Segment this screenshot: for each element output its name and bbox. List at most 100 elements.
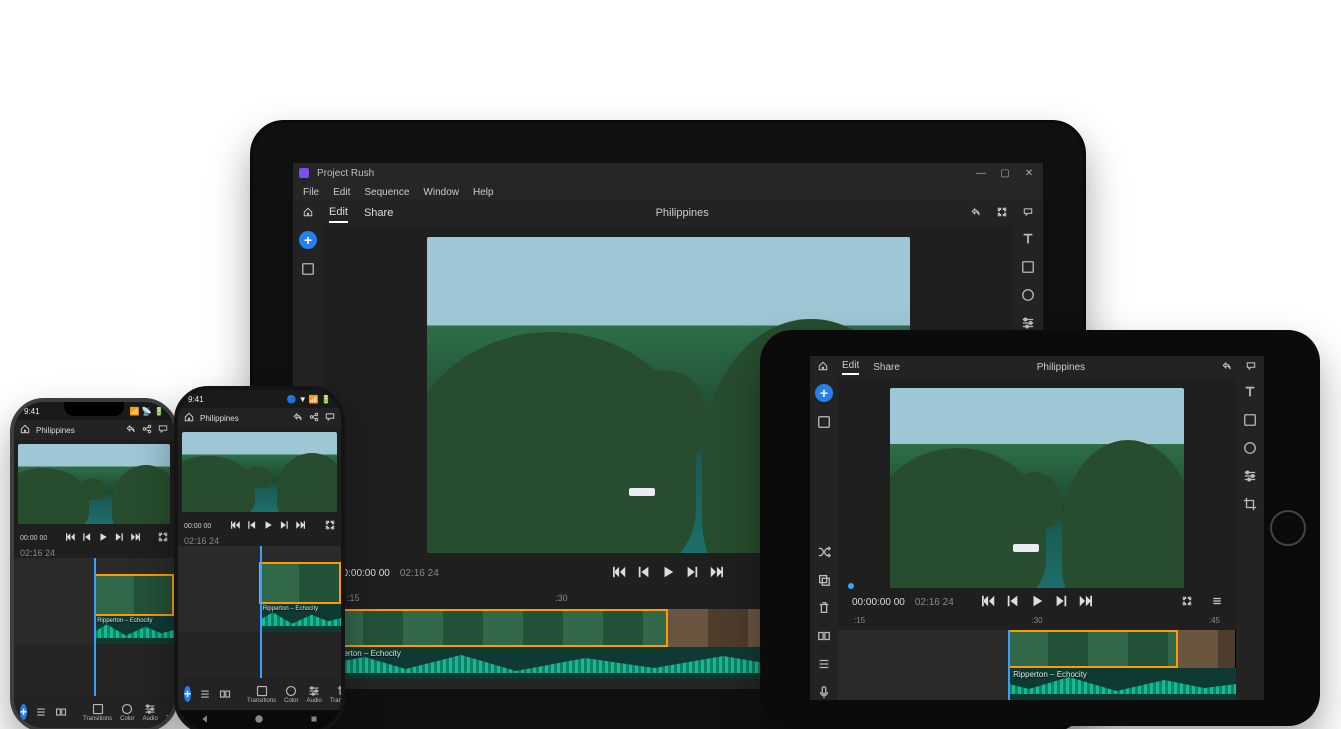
tab-edit[interactable]: Edit [329,206,348,223]
android-recents-button[interactable] [309,711,319,729]
transform-button[interactable]: Transform [330,685,345,704]
next-frame-button[interactable] [279,520,289,532]
last-frame-button[interactable] [295,520,305,532]
first-frame-button[interactable] [982,594,996,611]
video-clip[interactable] [1178,630,1236,668]
tracks-icon[interactable] [199,688,211,700]
playhead[interactable] [260,546,262,678]
transform-icon[interactable] [1242,496,1258,512]
duplicate-icon[interactable] [816,572,832,588]
timeline-tools-icon[interactable] [55,706,67,718]
audio-button[interactable]: Audio [142,703,157,722]
add-media-button[interactable]: + [815,384,833,402]
menu-file[interactable]: File [303,187,319,198]
separate-icon[interactable] [816,628,832,644]
menu-sequence[interactable]: Sequence [364,187,409,198]
comment-icon[interactable] [1023,207,1033,220]
home-icon[interactable] [818,361,828,374]
fullscreen-icon[interactable] [158,532,168,544]
playhead[interactable] [1008,630,1010,700]
tracks-icon[interactable] [35,706,47,718]
home-icon[interactable] [20,424,30,436]
video-clip[interactable] [259,562,341,604]
video-preview[interactable] [890,388,1185,588]
comment-icon[interactable] [158,424,168,436]
play-button[interactable] [98,532,108,544]
video-preview[interactable] [182,432,337,512]
share-icon[interactable] [142,424,152,436]
menu-help[interactable]: Help [473,187,494,198]
undo-icon[interactable] [293,412,303,424]
titles-icon[interactable] [1242,384,1258,400]
audio-button[interactable]: Audio [306,685,321,704]
last-frame-button[interactable] [709,565,723,582]
first-frame-button[interactable] [66,532,76,544]
first-frame-button[interactable] [231,520,241,532]
timeline[interactable]: Ripperton – Echocity [14,558,174,696]
share-icon[interactable] [309,412,319,424]
window-maximize-button[interactable]: ▢ [997,168,1013,179]
last-frame-button[interactable] [130,532,140,544]
play-button[interactable] [1030,594,1044,611]
titles-icon[interactable] [1020,231,1036,247]
playhead[interactable] [94,558,96,696]
add-media-button[interactable]: + [184,686,191,702]
menu-icon[interactable] [1212,596,1222,609]
audio-track[interactable]: Ripperton – Echocity [838,668,1236,700]
first-frame-button[interactable] [613,565,627,582]
video-clip[interactable] [323,609,668,647]
last-frame-button[interactable] [1078,594,1092,611]
transitions-button[interactable]: Transitions [83,703,112,722]
undo-icon[interactable] [971,207,981,220]
list-icon[interactable] [816,656,832,672]
window-close-button[interactable]: ✕ [1021,168,1037,179]
home-icon[interactable] [184,412,194,424]
color-button[interactable]: Color [284,685,298,704]
timeline[interactable]: Ripperton – Echocity [178,546,341,678]
menu-edit[interactable]: Edit [333,187,350,198]
timeline[interactable]: Ripperton – Echocity [838,630,1236,700]
add-media-button[interactable]: + [299,231,317,249]
color-button[interactable]: Color [120,703,134,722]
prev-frame-button[interactable] [82,532,92,544]
video-track[interactable] [838,630,1236,668]
play-button[interactable] [263,520,273,532]
fullscreen-icon[interactable] [1182,596,1192,609]
home-icon[interactable] [303,207,313,220]
next-frame-button[interactable] [114,532,124,544]
next-frame-button[interactable] [1054,594,1068,611]
play-button[interactable] [661,565,675,582]
android-back-button[interactable] [200,711,210,729]
transitions-icon[interactable] [1242,412,1258,428]
tab-edit[interactable]: Edit [842,360,859,375]
window-minimize-button[interactable]: — [973,168,989,179]
tab-share[interactable]: Share [873,362,900,373]
tab-share[interactable]: Share [364,207,393,219]
shuffle-icon[interactable] [816,544,832,560]
prev-frame-button[interactable] [247,520,257,532]
fullscreen-icon[interactable] [997,207,1007,220]
timeline-tools-icon[interactable] [219,688,231,700]
prev-frame-button[interactable] [637,565,651,582]
audio-icon[interactable] [1242,468,1258,484]
video-clip[interactable] [94,574,175,616]
undo-icon[interactable] [126,424,136,436]
media-panel-icon[interactable] [816,414,832,430]
tablet-home-button[interactable] [1270,510,1306,546]
trash-icon[interactable] [816,600,832,616]
add-media-button[interactable]: + [20,704,27,720]
transitions-button[interactable]: Transitions [247,685,276,704]
audio-icon[interactable] [1020,315,1036,331]
progress-dot[interactable] [848,583,854,589]
fullscreen-icon[interactable] [325,520,335,532]
time-ruler[interactable]: :15 :30 :45 [838,616,1236,630]
menu-window[interactable]: Window [423,187,459,198]
mic-icon[interactable] [816,684,832,700]
undo-icon[interactable] [1222,361,1232,374]
transitions-icon[interactable] [1020,259,1036,275]
media-panel-icon[interactable] [300,261,316,277]
color-icon[interactable] [1020,287,1036,303]
prev-frame-button[interactable] [1006,594,1020,611]
comment-icon[interactable] [1246,361,1256,374]
video-preview[interactable] [18,444,170,524]
